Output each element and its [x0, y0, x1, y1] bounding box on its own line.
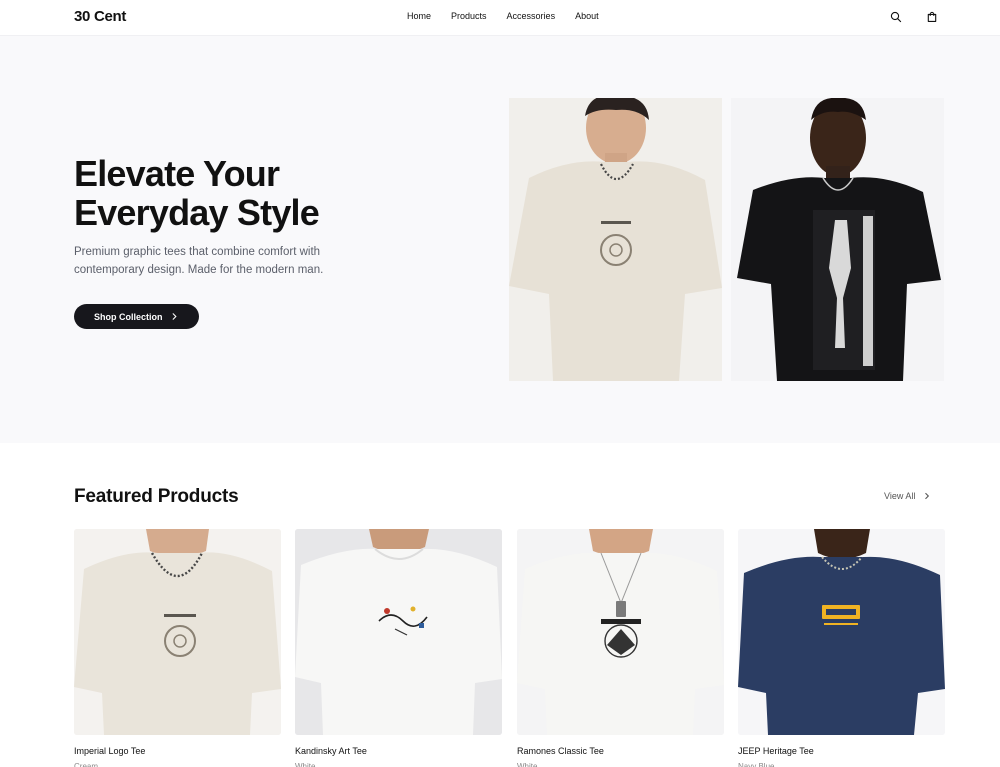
hero-title-line2: Everyday Style [74, 192, 320, 233]
nav-accessories[interactable]: Accessories [507, 11, 556, 21]
hero-title: Elevate Your Everyday Style [74, 154, 434, 232]
shop-collection-label: Shop Collection [94, 311, 163, 322]
kandinsky-art-tee-image [295, 529, 502, 735]
product-color: White [517, 762, 538, 767]
shop-collection-button[interactable]: Shop Collection [74, 304, 199, 329]
view-all-link[interactable]: View All [884, 491, 931, 501]
hero-image-cream-tee [509, 98, 722, 381]
shopping-bag-icon[interactable] [926, 11, 938, 23]
view-all-label: View All [884, 491, 916, 501]
product-image[interactable] [295, 529, 502, 735]
product-card[interactable]: Kandinsky Art Tee White [295, 529, 502, 767]
site-header: 30 Cent Home Products Accessories About [0, 0, 1000, 36]
product-image[interactable] [517, 529, 724, 735]
nav-about[interactable]: About [575, 11, 599, 21]
product-color: Cream [74, 762, 99, 767]
featured-products-title: Featured Products [74, 486, 239, 507]
search-icon[interactable] [890, 11, 902, 23]
hero-title-line1: Elevate Your [74, 153, 280, 194]
product-card[interactable]: Ramones Classic Tee White [517, 529, 724, 767]
chevron-right-icon [172, 313, 177, 320]
product-card[interactable]: JEEP Heritage Tee Navy Blue [738, 529, 945, 767]
hero-section: Elevate Your Everyday Style Premium grap… [0, 36, 1000, 443]
black-tee-model-image [731, 98, 944, 381]
product-card[interactable]: Imperial Logo Tee Cream [74, 529, 281, 767]
product-color: Navy Blue [738, 762, 775, 767]
jeep-heritage-tee-image [738, 529, 945, 735]
brand-logo[interactable]: 30 Cent [74, 8, 126, 25]
chevron-right-icon [925, 492, 930, 500]
nav-products[interactable]: Products [451, 11, 487, 21]
main-nav: Home Products Accessories About [407, 11, 599, 21]
hero-subtitle: Premium graphic tees that combine comfor… [74, 246, 324, 276]
product-image[interactable] [74, 529, 281, 735]
imperial-logo-tee-image [74, 529, 281, 735]
product-name[interactable]: Kandinsky Art Tee [295, 746, 367, 756]
product-image[interactable] [738, 529, 945, 735]
product-name[interactable]: JEEP Heritage Tee [738, 746, 814, 756]
ramones-classic-tee-image [517, 529, 724, 735]
nav-home[interactable]: Home [407, 11, 431, 21]
hero-image-black-tee [731, 98, 944, 381]
product-name[interactable]: Imperial Logo Tee [74, 746, 145, 756]
product-color: White [295, 762, 316, 767]
cream-tee-model-image [509, 98, 722, 381]
product-name[interactable]: Ramones Classic Tee [517, 746, 604, 756]
